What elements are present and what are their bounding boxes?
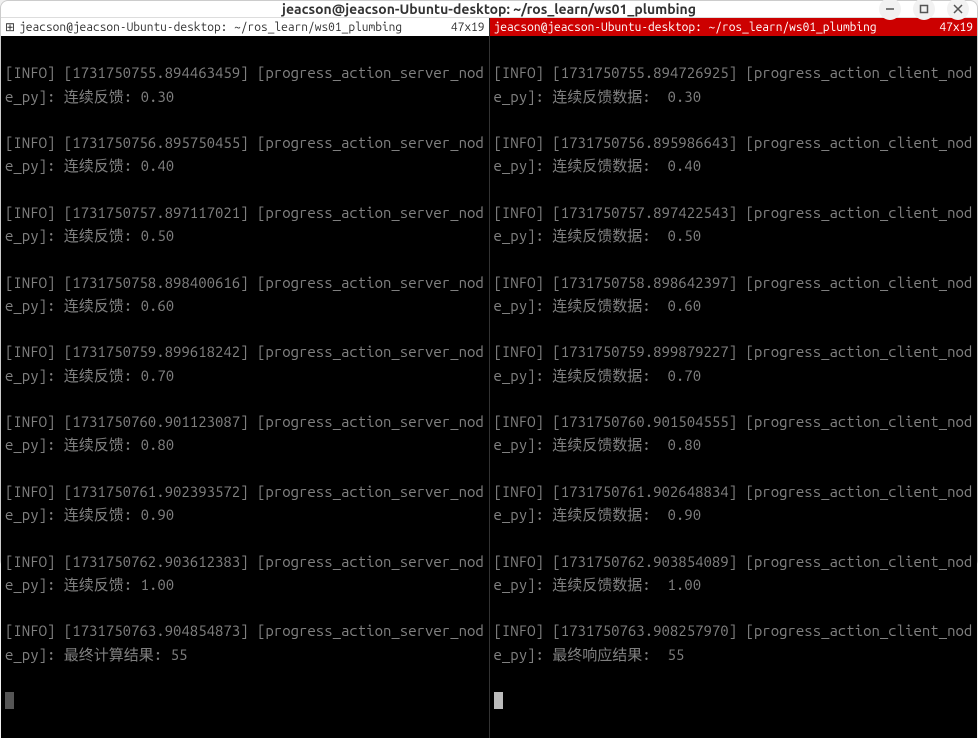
window-titlebar[interactable]: jeacson@jeacson-Ubuntu-desktop: ~/ros_le… xyxy=(1,1,977,18)
log-line: [INFO] [1731750757.897422543] [progress_… xyxy=(494,201,974,248)
log-line: [INFO] [1731750759.899618242] [progress_… xyxy=(5,340,485,387)
log-line: [INFO] [1731750761.902393572] [progress_… xyxy=(5,480,485,527)
log-line: [INFO] [1731750756.895986643] [progress_… xyxy=(494,131,974,178)
log-line: [INFO] [1731750759.899879227] [progress_… xyxy=(494,340,974,387)
maximize-button[interactable] xyxy=(913,0,935,20)
minimize-icon xyxy=(885,4,895,14)
log-line: [INFO] [1731750758.898642397] [progress_… xyxy=(494,271,974,318)
terminal-pane-right[interactable]: jeacson@jeacson-Ubuntu-desktop: ~/ros_le… xyxy=(490,18,978,738)
pane-content-right[interactable]: [INFO] [1731750755.894726925] [progress_… xyxy=(490,36,978,738)
log-line: [INFO] [1731750762.903854089] [progress_… xyxy=(494,550,974,597)
cursor-right xyxy=(494,692,503,709)
window-controls xyxy=(879,0,969,20)
log-line: [INFO] [1731750758.898400616] [progress_… xyxy=(5,271,485,318)
pane-header-right[interactable]: jeacson@jeacson-Ubuntu-desktop: ~/ros_le… xyxy=(490,18,978,36)
log-line: [INFO] [1731750763.908257970] [progress_… xyxy=(494,619,974,666)
minimize-button[interactable] xyxy=(879,0,901,20)
close-button[interactable] xyxy=(947,0,969,20)
pane-path-left: jeacson@jeacson-Ubuntu-desktop: ~/ros_le… xyxy=(19,21,402,34)
log-line: [INFO] [1731750760.901123087] [progress_… xyxy=(5,410,485,457)
split-icon: ⊞ xyxy=(5,20,15,34)
log-line: [INFO] [1731750756.895750455] [progress_… xyxy=(5,131,485,178)
log-line: [INFO] [1731750761.902648834] [progress_… xyxy=(494,480,974,527)
cursor-left xyxy=(5,692,14,709)
maximize-icon xyxy=(919,4,929,14)
log-line: [INFO] [1731750762.903612383] [progress_… xyxy=(5,550,485,597)
pane-header-left[interactable]: ⊞ jeacson@jeacson-Ubuntu-desktop: ~/ros_… xyxy=(1,18,489,36)
window-title: jeacson@jeacson-Ubuntu-desktop: ~/ros_le… xyxy=(282,1,696,17)
close-icon xyxy=(953,4,963,14)
terminal-pane-left[interactable]: ⊞ jeacson@jeacson-Ubuntu-desktop: ~/ros_… xyxy=(1,18,490,738)
log-line: [INFO] [1731750760.901504555] [progress_… xyxy=(494,410,974,457)
terminal-split-container: ⊞ jeacson@jeacson-Ubuntu-desktop: ~/ros_… xyxy=(1,18,977,738)
pane-path-right: jeacson@jeacson-Ubuntu-desktop: ~/ros_le… xyxy=(494,21,877,34)
log-line: [INFO] [1731750757.897117021] [progress_… xyxy=(5,201,485,248)
terminal-window: jeacson@jeacson-Ubuntu-desktop: ~/ros_le… xyxy=(0,0,978,568)
log-line: [INFO] [1731750755.894726925] [progress_… xyxy=(494,61,974,108)
pane-content-left[interactable]: [INFO] [1731750755.894463459] [progress_… xyxy=(1,36,489,738)
log-line: [INFO] [1731750755.894463459] [progress_… xyxy=(5,61,485,108)
pane-dims-right: 47x19 xyxy=(935,21,973,34)
pane-dims-left: 47x19 xyxy=(447,21,485,34)
log-line: [INFO] [1731750763.904854873] [progress_… xyxy=(5,619,485,666)
